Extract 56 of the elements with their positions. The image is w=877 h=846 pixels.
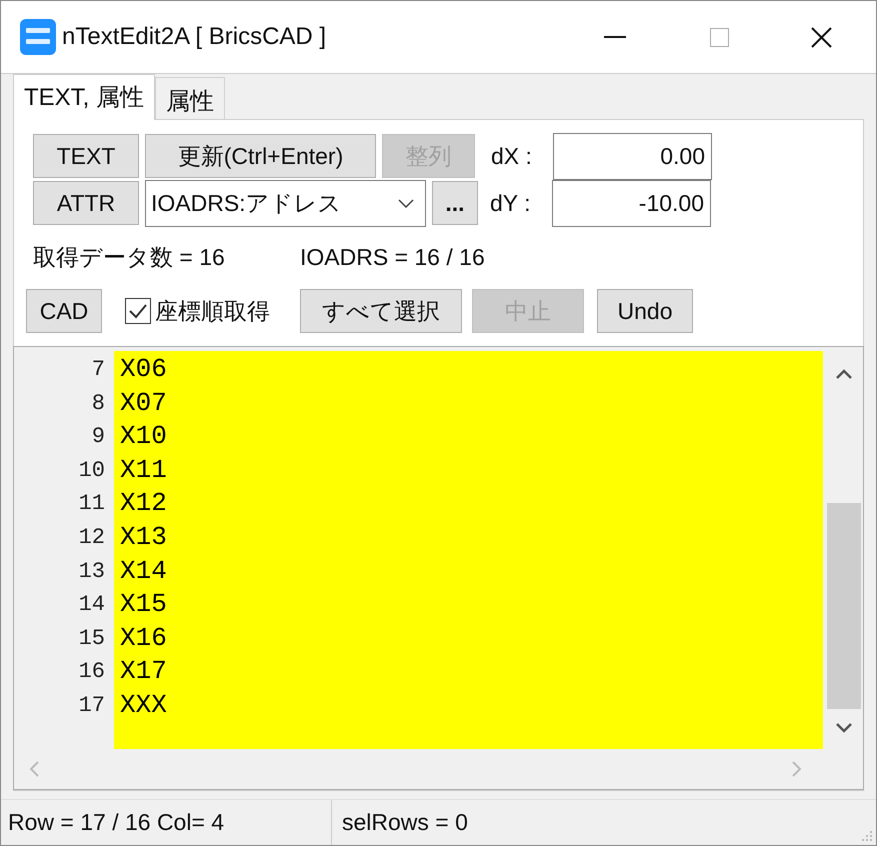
scroll-thumb[interactable] (827, 503, 861, 709)
tab[interactable]: TEXT, 属性 (13, 74, 156, 120)
editor-line: X12 (120, 487, 167, 520)
data-count: 取得データ数 = 16 (33, 242, 226, 272)
editor-line: X17 (120, 655, 167, 688)
cursor-position: Row = 17 / 16 Col= 4 (7, 808, 226, 838)
dy-field[interactable]: -10.00 (552, 180, 711, 226)
selection-count: selRows = 0 (331, 800, 468, 845)
resize-grip-icon[interactable] (859, 828, 873, 842)
check-icon (128, 303, 148, 319)
editor-line: X15 (120, 588, 167, 622)
editor-line: X16 (120, 622, 167, 655)
line-number: 16 (78, 658, 105, 686)
dx-label: dX : (491, 142, 533, 171)
attribute-select[interactable]: IOADRS:アドレス (145, 180, 426, 226)
maximize-icon[interactable] (710, 28, 729, 46)
tab[interactable]: 属性 (155, 77, 226, 119)
chevron-right-icon (792, 761, 801, 777)
editor-line: XXX (120, 688, 167, 722)
window-title: nTextEdit2A [ BricsCAD ] (62, 22, 326, 52)
attr-button[interactable]: ATTR (33, 181, 139, 225)
line-number: 15 (78, 624, 105, 653)
line-number: 12 (78, 524, 105, 552)
editor-line: X13 (120, 520, 167, 554)
line-number: 10 (78, 456, 105, 485)
chevron-up-icon (836, 369, 852, 379)
checkbox-label[interactable]: 座標順取得 (155, 294, 270, 328)
chevron-left-icon (30, 761, 39, 777)
line-number: 8 (92, 390, 105, 418)
app-icon (20, 19, 56, 55)
chevron-down-icon (836, 723, 852, 733)
editor-line: X11 (120, 454, 167, 487)
editor-line: X06 (120, 353, 167, 386)
minimize-icon[interactable] (604, 36, 626, 38)
more-button[interactable]: ... (432, 181, 478, 225)
line-number: 11 (78, 490, 105, 518)
close-icon[interactable] (811, 26, 832, 48)
line-number: 9 (92, 423, 105, 452)
checkbox[interactable] (125, 298, 151, 324)
dx-field[interactable]: 0.00 (553, 132, 712, 180)
editor-line: X10 (120, 420, 167, 454)
editor-line: X14 (120, 554, 167, 588)
cad-button[interactable]: CAD (26, 289, 102, 333)
text-button[interactable]: TEXT (33, 134, 139, 178)
line-number: 17 (78, 692, 105, 720)
attribute-count: IOADRS = 16 / 16 (300, 242, 485, 272)
line-number: 14 (78, 591, 105, 620)
undo-button[interactable]: Undo (597, 289, 693, 333)
text-editor[interactable]: X06 X07 X10 X11 X12 X13 X14 X15 X16 X17 XXX (114, 351, 823, 749)
line-number: 13 (78, 558, 105, 586)
line-number: 7 (92, 356, 105, 384)
select-all-button[interactable]: すべて選択 (300, 289, 462, 333)
chevron-down-icon (398, 198, 414, 208)
editor-line: X07 (120, 386, 167, 420)
update-button[interactable]: 更新(Ctrl+Enter) (145, 134, 376, 178)
dy-label: dY : (490, 188, 532, 218)
